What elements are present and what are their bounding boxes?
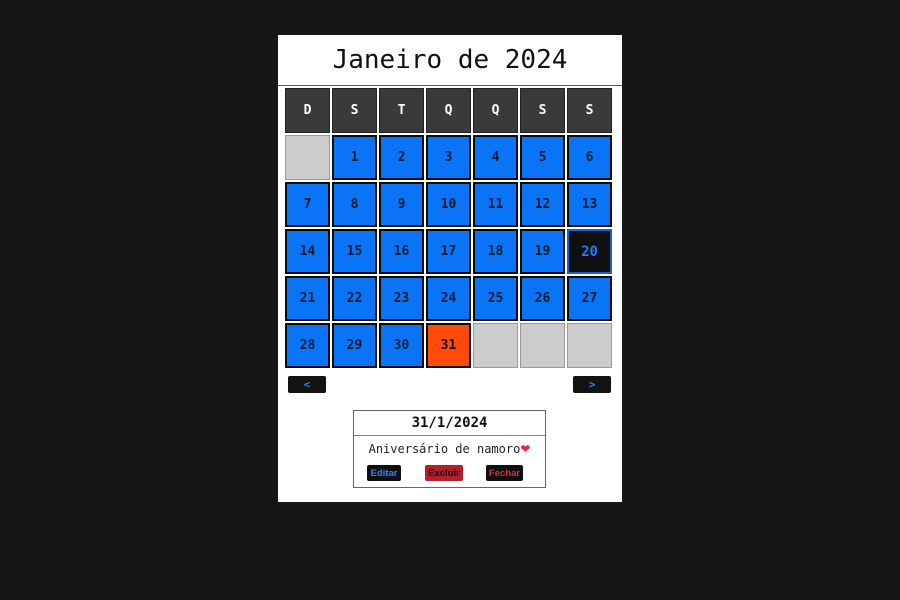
day-cell[interactable]: 16 — [379, 229, 424, 274]
day-cell[interactable]: 9 — [379, 182, 424, 227]
day-cell[interactable]: 19 — [520, 229, 565, 274]
day-cell[interactable]: 25 — [473, 276, 518, 321]
empty-day-cell — [285, 135, 330, 180]
event-date: 31/1/2024 — [354, 411, 545, 436]
day-cell[interactable]: 29 — [332, 323, 377, 368]
day-cell[interactable]: 10 — [426, 182, 471, 227]
day-cell[interactable]: 7 — [285, 182, 330, 227]
close-button[interactable]: Fechar — [486, 465, 523, 481]
weekday-header-monday: S — [332, 88, 377, 133]
next-month-button[interactable]: > — [573, 376, 611, 393]
day-cell[interactable]: 1 — [332, 135, 377, 180]
day-cell[interactable]: 2 — [379, 135, 424, 180]
heart-icon: ❤ — [520, 442, 531, 456]
weekday-header-wednesday: Q — [426, 88, 471, 133]
edit-button[interactable]: Editar — [367, 465, 401, 481]
weekday-header-sunday: D — [285, 88, 330, 133]
event-actions: Editar Excluir Fechar — [354, 465, 545, 481]
delete-button[interactable]: Excluir — [425, 465, 463, 481]
empty-day-cell — [567, 323, 612, 368]
month-title: Janeiro de 2024 — [278, 35, 622, 86]
calendar-panel: Janeiro de 2024 D S T Q Q S S 1 2 3 4 5 … — [278, 35, 622, 502]
weekday-header-friday: S — [520, 88, 565, 133]
weekday-header-saturday: S — [567, 88, 612, 133]
day-cell-today[interactable]: 20 — [567, 229, 612, 274]
weekday-header-thursday: Q — [473, 88, 518, 133]
day-cell[interactable]: 28 — [285, 323, 330, 368]
event-description-row: Aniversário de namoro❤ — [354, 442, 545, 456]
day-cell[interactable]: 8 — [332, 182, 377, 227]
day-cell-selected[interactable]: 31 — [426, 323, 471, 368]
day-cell[interactable]: 17 — [426, 229, 471, 274]
weekday-header-tuesday: T — [379, 88, 424, 133]
day-cell[interactable]: 18 — [473, 229, 518, 274]
day-cell[interactable]: 11 — [473, 182, 518, 227]
day-cell[interactable]: 23 — [379, 276, 424, 321]
previous-month-button[interactable]: < — [288, 376, 326, 393]
event-description: Aniversário de namoro — [368, 442, 521, 456]
day-cell[interactable]: 30 — [379, 323, 424, 368]
day-cell[interactable]: 26 — [520, 276, 565, 321]
day-cell[interactable]: 22 — [332, 276, 377, 321]
day-cell[interactable]: 27 — [567, 276, 612, 321]
day-cell[interactable]: 24 — [426, 276, 471, 321]
day-cell[interactable]: 3 — [426, 135, 471, 180]
day-cell[interactable]: 13 — [567, 182, 612, 227]
calendar-grid: D S T Q Q S S 1 2 3 4 5 6 7 8 9 10 11 12… — [285, 88, 615, 368]
empty-day-cell — [520, 323, 565, 368]
day-cell[interactable]: 6 — [567, 135, 612, 180]
day-cell[interactable]: 5 — [520, 135, 565, 180]
day-cell[interactable]: 14 — [285, 229, 330, 274]
day-cell[interactable]: 4 — [473, 135, 518, 180]
event-popup: 31/1/2024 Aniversário de namoro❤ Editar … — [353, 410, 546, 488]
empty-day-cell — [473, 323, 518, 368]
day-cell[interactable]: 21 — [285, 276, 330, 321]
day-cell[interactable]: 15 — [332, 229, 377, 274]
day-cell[interactable]: 12 — [520, 182, 565, 227]
